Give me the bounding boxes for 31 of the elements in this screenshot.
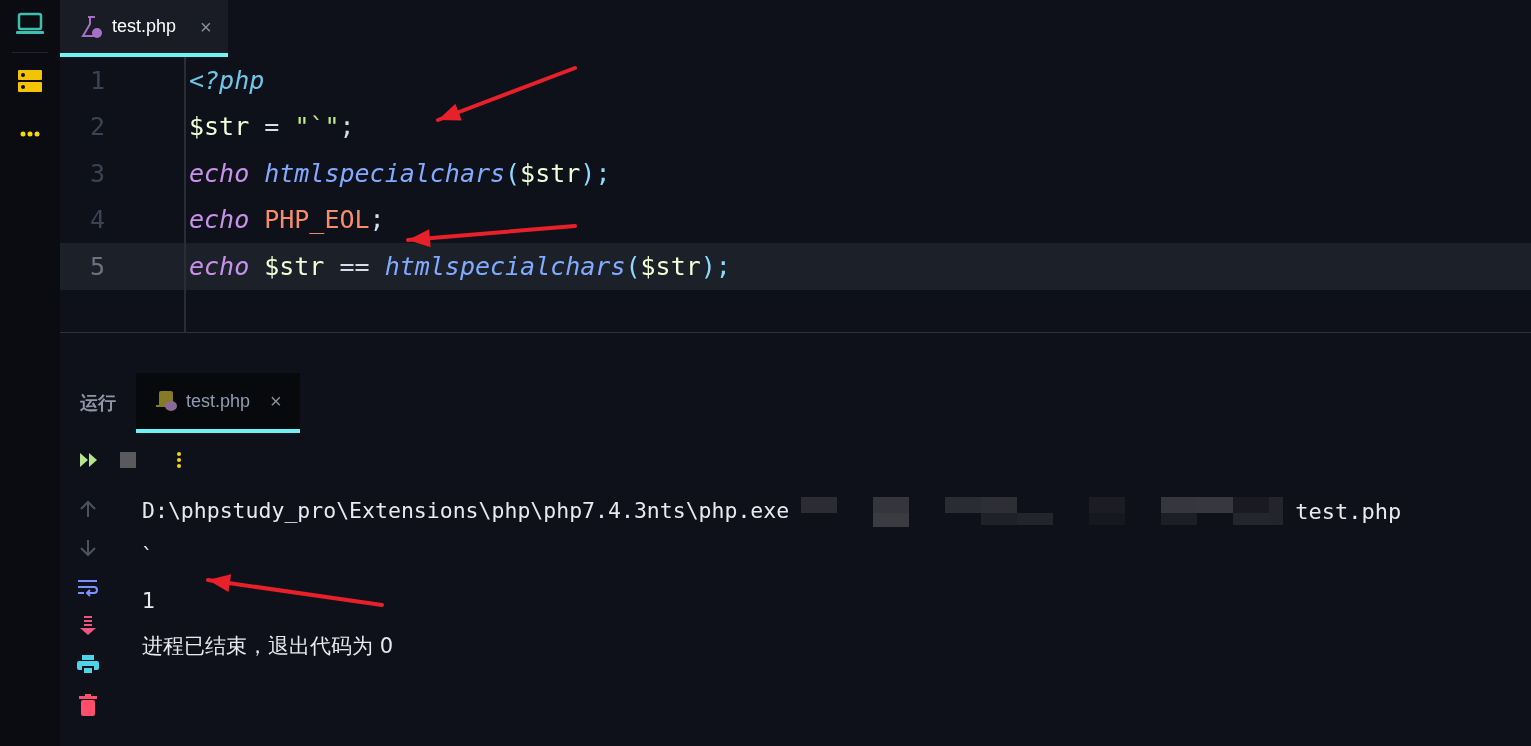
more-icon[interactable]	[20, 131, 40, 137]
run-panel-label: 运行	[79, 391, 117, 415]
editor-tab[interactable]: test.php ×	[60, 0, 228, 57]
soft-wrap-icon[interactable]	[77, 577, 99, 597]
output-line: `	[142, 542, 153, 570]
laptop-icon[interactable]	[15, 12, 45, 36]
server-icon[interactable]	[18, 69, 42, 93]
close-icon[interactable]: ×	[200, 11, 212, 42]
output-line: 1	[142, 587, 156, 615]
code-line: $str = "`";	[189, 111, 355, 143]
php-file-icon	[156, 390, 178, 412]
more-icon[interactable]	[176, 451, 182, 469]
tab-label: test.php	[112, 15, 177, 38]
file-name: test.php	[1295, 498, 1402, 526]
scroll-to-end-icon[interactable]	[79, 616, 97, 636]
down-arrow-icon[interactable]	[78, 538, 98, 558]
command-path: D:\phpstudy_pro\Extensions\php\php7.4.3nts\php.exe	[142, 497, 790, 526]
rerun-icon[interactable]	[80, 453, 98, 467]
tab-label: test.php	[186, 389, 251, 413]
code-line: echo PHP_EOL;	[189, 204, 385, 236]
code-line: <?php	[189, 64, 265, 97]
code-line: echo $str == htmlspecialchars($str);	[189, 250, 731, 283]
print-icon[interactable]	[77, 655, 99, 675]
code-line: echo htmlspecialchars($str);	[189, 157, 611, 190]
line-number: 5	[60, 243, 186, 290]
up-arrow-icon[interactable]	[78, 499, 98, 519]
flask-icon	[80, 14, 104, 39]
output-line: 进程已结束，退出代码为 0	[142, 632, 394, 660]
run-tab[interactable]: test.php ×	[136, 373, 300, 433]
close-icon[interactable]: ×	[270, 386, 282, 416]
trash-icon[interactable]	[79, 694, 97, 716]
